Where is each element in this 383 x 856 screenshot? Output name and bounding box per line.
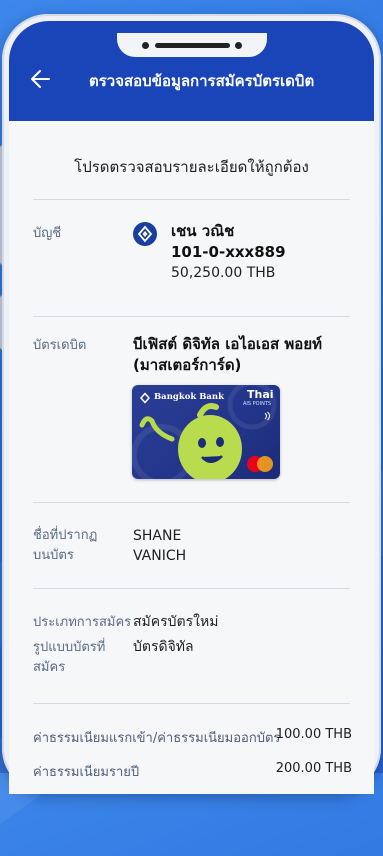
divider xyxy=(33,502,350,503)
phone-frame: ตรวจสอบข้อมูลการสมัครบัตรเดบิต โปรดตรวจส… xyxy=(2,14,381,794)
notch-dot xyxy=(141,42,149,49)
card-format-label-line2: สมัคร xyxy=(33,660,66,675)
debit-card-type: (มาสเตอร์การ์ด) xyxy=(133,356,242,374)
fee-row-annual: ค่าธรรมเนียมรายปี 200.00 THB xyxy=(33,761,352,782)
account-balance: 50,250.00 THB xyxy=(171,265,276,281)
divider xyxy=(33,588,350,589)
account-label: บัญชี xyxy=(33,226,62,241)
account-name: เชน วณิช xyxy=(171,222,235,240)
application-type-value: สมัครบัตรใหม่ xyxy=(133,614,219,630)
notch-speaker xyxy=(154,43,230,48)
divider xyxy=(33,199,350,200)
card-format-value: บัตรดิจิทัล xyxy=(133,639,194,655)
debit-card-name: บีเฟิสต์ ดิจิทัล เอไอเอส พอยท์ xyxy=(133,335,322,353)
notch-dot xyxy=(234,42,242,49)
card-name-label-line1: ชื่อที่ปรากฏ xyxy=(33,528,98,543)
card-name-label: ชื่อที่ปรากฏ บนบัตร xyxy=(33,526,97,566)
arrow-left-icon xyxy=(31,70,50,88)
card-format-label: รูปแบบบัตรที่ สมัคร xyxy=(33,638,105,678)
card-name-last: VANICH xyxy=(133,548,187,564)
page-title: ตรวจสอบข้อมูลการสมัครบัตรเดบิต xyxy=(89,72,315,90)
fee-row-issuance: ค่าธรรมเนียมแรกเข้า/ค่าธรรมเนียมออกบัตร … xyxy=(33,727,352,748)
debit-card-image: Bangkok Bank Thai AIS POINTS xyxy=(132,385,280,479)
mastercard-logo-icon xyxy=(247,456,273,472)
card-name-label-line2: บนบัตร xyxy=(33,548,74,563)
fee-amount: 200.00 THB xyxy=(275,761,352,776)
bank-logo-icon xyxy=(133,222,157,246)
fee-label: ค่าธรรมเนียมแรกเข้า/ค่าธรรมเนียมออกบัตร xyxy=(33,731,281,746)
back-button[interactable] xyxy=(27,65,55,93)
card-name-first: SHANE xyxy=(133,528,182,544)
instruction-text: โปรดตรวจสอบรายละเอียดให้ถูกต้อง xyxy=(74,158,309,176)
app-screen: ตรวจสอบข้อมูลการสมัครบัตรเดบิต โปรดตรวจส… xyxy=(9,21,374,794)
fee-amount: 100.00 THB xyxy=(275,727,352,742)
application-type-label: ประเภทการสมัคร xyxy=(33,615,132,630)
app-header: ตรวจสอบข้อมูลการสมัครบัตรเดบิต xyxy=(9,21,374,121)
card-format-label-line1: รูปแบบบัตรที่ xyxy=(33,640,106,655)
phone-notch xyxy=(116,33,267,57)
debit-card-label: บัตรเดบิต xyxy=(33,338,87,353)
divider xyxy=(33,316,350,317)
divider xyxy=(33,703,350,704)
account-number: 101-0-xxx889 xyxy=(171,243,286,261)
review-content: โปรดตรวจสอบรายละเอียดให้ถูกต้อง บัญชี เช… xyxy=(9,121,374,794)
